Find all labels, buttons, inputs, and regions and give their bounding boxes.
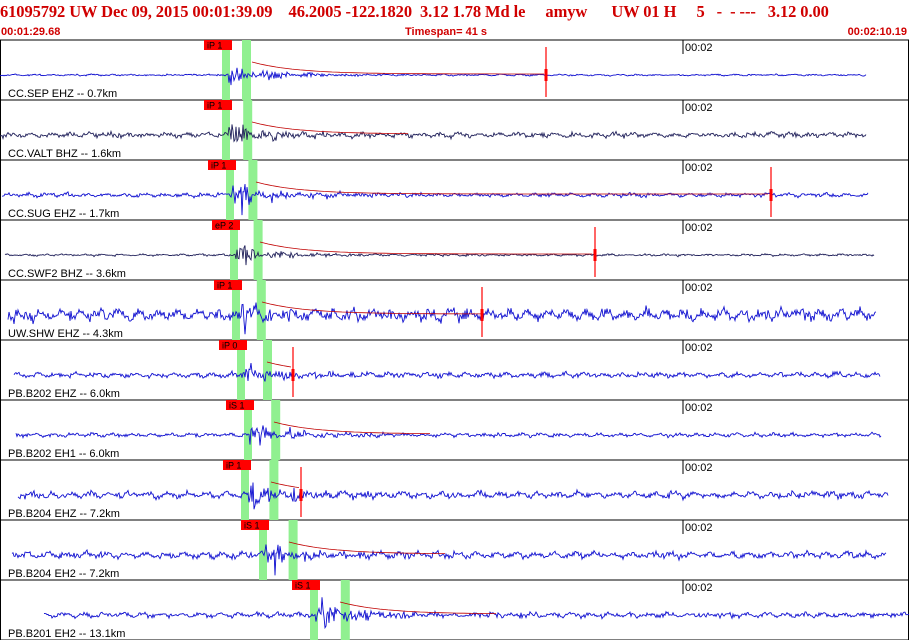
- channel-row: 00:02 iP 1 CC.SUG EHZ -- 1.7km: [1, 160, 869, 220]
- coda-curve: [259, 241, 592, 255]
- channel-label: CC.VALT BHZ -- 1.6km: [8, 148, 121, 160]
- channel-row: 00:02 iP 0 PB.B202 EHZ -- 6.0km: [8, 340, 881, 400]
- channel-label: CC.SEP EHZ -- 0.7km: [8, 88, 117, 100]
- s-phase-band: [256, 280, 266, 340]
- pick-label: iP 1: [211, 161, 226, 171]
- s-phase-band: [288, 520, 298, 580]
- coda-curve: [251, 121, 408, 134]
- amplitude-marker-box: [480, 309, 484, 321]
- waveform-trace: [15, 425, 882, 446]
- time-tick-label: 00:02: [685, 102, 713, 114]
- time-tick-label: 00:02: [685, 282, 713, 294]
- time-tick-label: 00:02: [685, 582, 713, 594]
- channel-row: 00:02 iS 1 PB.B204 EH2 -- 7.2km: [8, 520, 887, 580]
- channel-row: 00:02 eP 2 CC.SWF2 BHZ -- 3.6km: [4, 220, 875, 280]
- amplitude-marker-box: [291, 369, 295, 381]
- s-phase-band: [269, 460, 279, 520]
- pick-label: iP 1: [207, 101, 222, 111]
- amplitude-marker-box: [769, 189, 773, 201]
- seismogram-plot[interactable]: 00:02 iP 1 CC.SEP EHZ -- 0.7km 00:02 iP 1 CC.…: [0, 0, 909, 640]
- waveform-trace: [4, 245, 875, 266]
- coda-curve: [273, 421, 430, 434]
- time-tick-label: 00:02: [685, 222, 713, 234]
- waveform-trace: [0, 124, 867, 143]
- waveform-trace: [7, 302, 877, 335]
- amplitude-marker-box: [299, 489, 303, 501]
- waveform-trace: [13, 363, 881, 382]
- waveform-trace: [43, 597, 909, 630]
- channel-row: 00:02 iP 1 CC.SEP EHZ -- 0.7km: [0, 40, 867, 100]
- channel-row: 00:02 iS 1 PB.B201 EH2 -- 13.1km: [8, 580, 909, 640]
- channel-label: UW.SHW EHZ -- 4.3km: [8, 328, 123, 340]
- pick-label: iS 1: [229, 401, 245, 411]
- channel-row: 00:02 iP 1 UW.SHW EHZ -- 4.3km: [7, 280, 877, 340]
- time-tick-label: 00:02: [685, 42, 713, 54]
- channel-label: PB.B202 EHZ -- 6.0km: [8, 388, 120, 400]
- amplitude-marker-box: [593, 249, 597, 261]
- channel-label: CC.SUG EHZ -- 1.7km: [8, 208, 119, 220]
- pick-label: iS 1: [244, 521, 260, 531]
- time-tick-label: 00:02: [685, 342, 713, 354]
- pick-label: iP 1: [207, 41, 222, 51]
- channel-row: 00:02 iP 1 PB.B204 EHZ -- 7.2km: [8, 460, 889, 520]
- s-phase-band: [340, 580, 350, 640]
- s-phase-band: [253, 220, 263, 280]
- time-tick-label: 00:02: [685, 402, 713, 414]
- s-phase-band: [271, 400, 281, 460]
- channel-label: PB.B204 EH2 -- 7.2km: [8, 568, 119, 580]
- s-phase-band: [242, 40, 251, 100]
- coda-curve: [288, 541, 445, 554]
- pick-label: iS 1: [295, 581, 311, 591]
- amplitude-marker-box: [544, 69, 548, 81]
- channel-label: PB.B201 EH2 -- 13.1km: [8, 628, 125, 640]
- coda-curve: [339, 601, 496, 614]
- pick-label: iP 1: [217, 281, 232, 291]
- channel-label: CC.SWF2 BHZ -- 3.6km: [8, 268, 126, 280]
- waveform-trace: [1, 183, 869, 216]
- waveform-trace: [0, 67, 867, 86]
- channel-row: 00:02 iP 1 CC.VALT BHZ -- 1.6km: [0, 100, 867, 160]
- coda-curve: [255, 181, 768, 195]
- channel-row: 00:02 iS 1 PB.B202 EH1 -- 6.0km: [8, 400, 882, 460]
- waveform-trace: [11, 544, 887, 576]
- seismogram-viewer: 61095792 UW Dec 09, 2015 00:01:39.09 46.…: [0, 0, 909, 640]
- waveform-trace: [17, 482, 889, 510]
- s-phase-band: [263, 340, 272, 400]
- channel-label: PB.B202 EH1 -- 6.0km: [8, 448, 119, 460]
- coda-curve: [251, 61, 544, 75]
- time-tick-label: 00:02: [685, 462, 713, 474]
- time-tick-label: 00:02: [685, 522, 713, 534]
- s-phase-band: [248, 160, 258, 220]
- pick-label: iP 0: [222, 341, 237, 351]
- channel-label: PB.B204 EHZ -- 7.2km: [8, 508, 120, 520]
- pick-label: iP 1: [226, 461, 241, 471]
- pick-label: eP 2: [215, 221, 233, 231]
- time-tick-label: 00:02: [685, 162, 713, 174]
